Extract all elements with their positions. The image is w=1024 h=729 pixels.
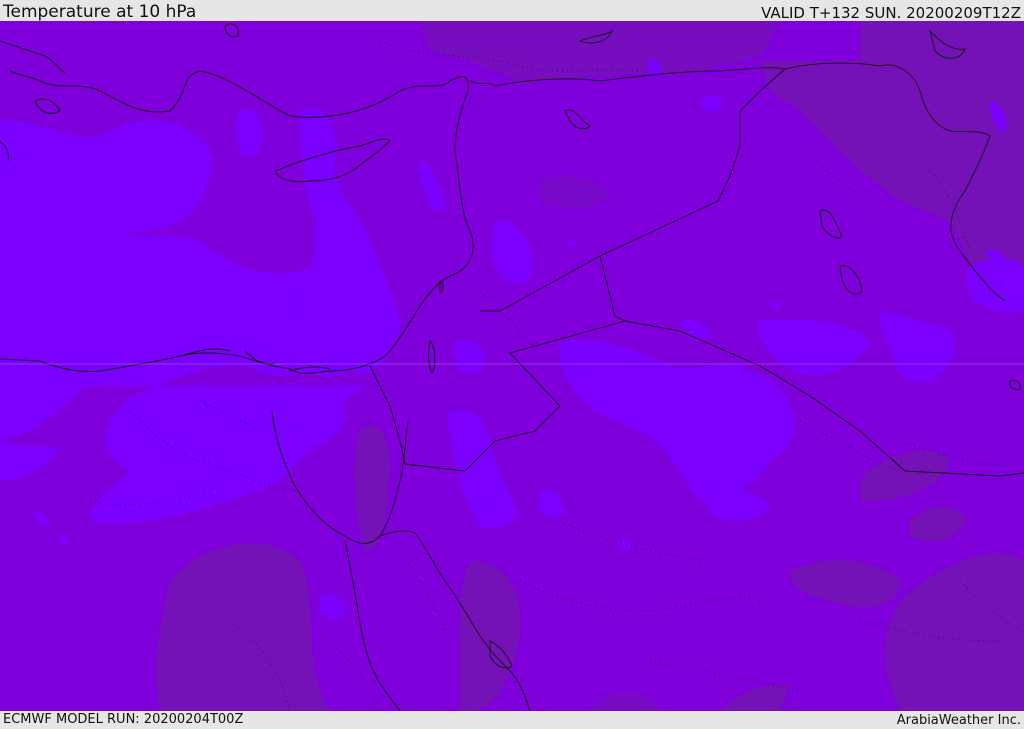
model-run-label: ECMWF MODEL RUN: 20200204T00Z <box>3 712 244 727</box>
map-title: Temperature at 10 hPa <box>3 2 197 22</box>
valid-time-label: VALID T+132 SUN. 20200209T12Z <box>761 4 1021 22</box>
footer-bar: ECMWF MODEL RUN: 20200204T00Z ArabiaWeat… <box>0 711 1024 729</box>
map-canvas <box>0 21 1024 711</box>
header-bar: Temperature at 10 hPa VALID T+132 SUN. 2… <box>0 0 1024 21</box>
temperature-map[interactable] <box>0 21 1024 711</box>
credit-label: ArabiaWeather Inc. <box>896 713 1021 728</box>
